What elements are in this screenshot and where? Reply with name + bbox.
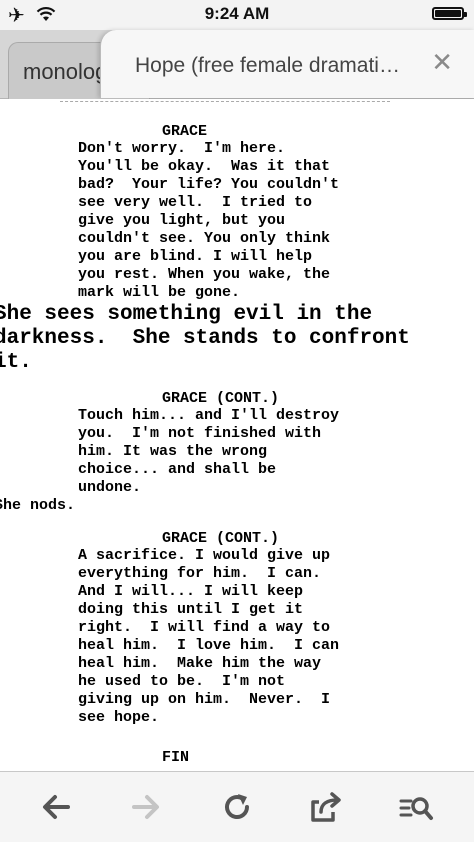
script-line: She nods. bbox=[0, 497, 76, 514]
script-line: darkness. She stands to confront bbox=[0, 327, 410, 350]
battery-icon bbox=[432, 7, 467, 20]
dialogue-block: Don't worry. I'm here. You'll be okay. Wa… bbox=[78, 140, 339, 302]
reload-icon[interactable] bbox=[219, 790, 255, 824]
dialogue-block: Touch him... and I'll destroy you. I'm no… bbox=[78, 407, 339, 497]
action-block: She sees something evil in the darkness. … bbox=[0, 303, 410, 375]
tab-label: Hope (free female dramati… bbox=[135, 54, 400, 77]
script-line: bad? Your life? You couldn't bbox=[78, 176, 340, 193]
script-line: Don't worry. I'm here. bbox=[78, 140, 286, 157]
character-name: GRACE bbox=[162, 123, 208, 140]
script-line: him. It was the wrong bbox=[78, 443, 268, 460]
script-line: see very well. I tried to bbox=[78, 194, 313, 211]
script-line: give you light, but you bbox=[78, 212, 286, 229]
script-line: She sees something evil in the bbox=[0, 303, 373, 326]
script-line: mark will be gone. bbox=[78, 284, 241, 301]
back-arrow-icon[interactable] bbox=[38, 790, 74, 824]
script-line: right. I will find a way to bbox=[78, 619, 331, 636]
script-line: Touch him... and I'll destroy bbox=[78, 407, 340, 424]
script-line: And I will... I will keep bbox=[78, 583, 304, 600]
script-line: you are blind. I will help bbox=[78, 248, 313, 265]
close-tab-icon[interactable]: ✕ bbox=[431, 50, 453, 76]
script-line: heal him. Make him the way bbox=[78, 655, 322, 672]
share-icon[interactable] bbox=[309, 790, 345, 824]
script-line: You'll be okay. Was it that bbox=[78, 158, 331, 175]
character-name: GRACE (CONT.) bbox=[162, 390, 280, 407]
script-line: doing this until I get it bbox=[78, 601, 304, 618]
script-line: couldn't see. You only think bbox=[78, 230, 331, 247]
script-line: A sacrifice. I would give up bbox=[78, 547, 331, 564]
forward-arrow-icon[interactable] bbox=[128, 790, 164, 824]
script-line: heal him. I love him. I can bbox=[78, 637, 340, 654]
status-time: 9:24 AM bbox=[204, 4, 270, 23]
dialogue-block: A sacrifice. I would give up everything f… bbox=[78, 547, 339, 727]
tab-strip: monologues Hope (free female dramati… ✕ bbox=[0, 30, 474, 99]
action-block: She nods. bbox=[0, 497, 75, 515]
tab-hope[interactable]: Hope (free female dramati… ✕ bbox=[100, 30, 474, 98]
web-page-content[interactable]: GRACE Don't worry. I'm here. You'll be oka… bbox=[0, 99, 474, 771]
reader-search-icon[interactable] bbox=[398, 790, 434, 824]
script-line: everything for him. I can. bbox=[78, 565, 322, 582]
browser-toolbar bbox=[0, 771, 474, 842]
script-line: choice... and shall be bbox=[78, 461, 277, 478]
script-line: giving up on him. Never. I bbox=[78, 691, 331, 708]
status-bar: ✈ 9:24 AM bbox=[0, 0, 474, 30]
script-line: you rest. When you wake, the bbox=[78, 266, 331, 283]
script-line: undone. bbox=[78, 479, 142, 496]
script-line: he used to be. I'm not bbox=[78, 673, 286, 690]
divider bbox=[60, 101, 390, 104]
script-line: it. bbox=[0, 351, 32, 374]
character-name: GRACE (CONT.) bbox=[162, 530, 280, 547]
character-name: FIN bbox=[162, 749, 190, 766]
script-line: see hope. bbox=[78, 709, 160, 726]
script-line: you. I'm not finished with bbox=[78, 425, 322, 442]
